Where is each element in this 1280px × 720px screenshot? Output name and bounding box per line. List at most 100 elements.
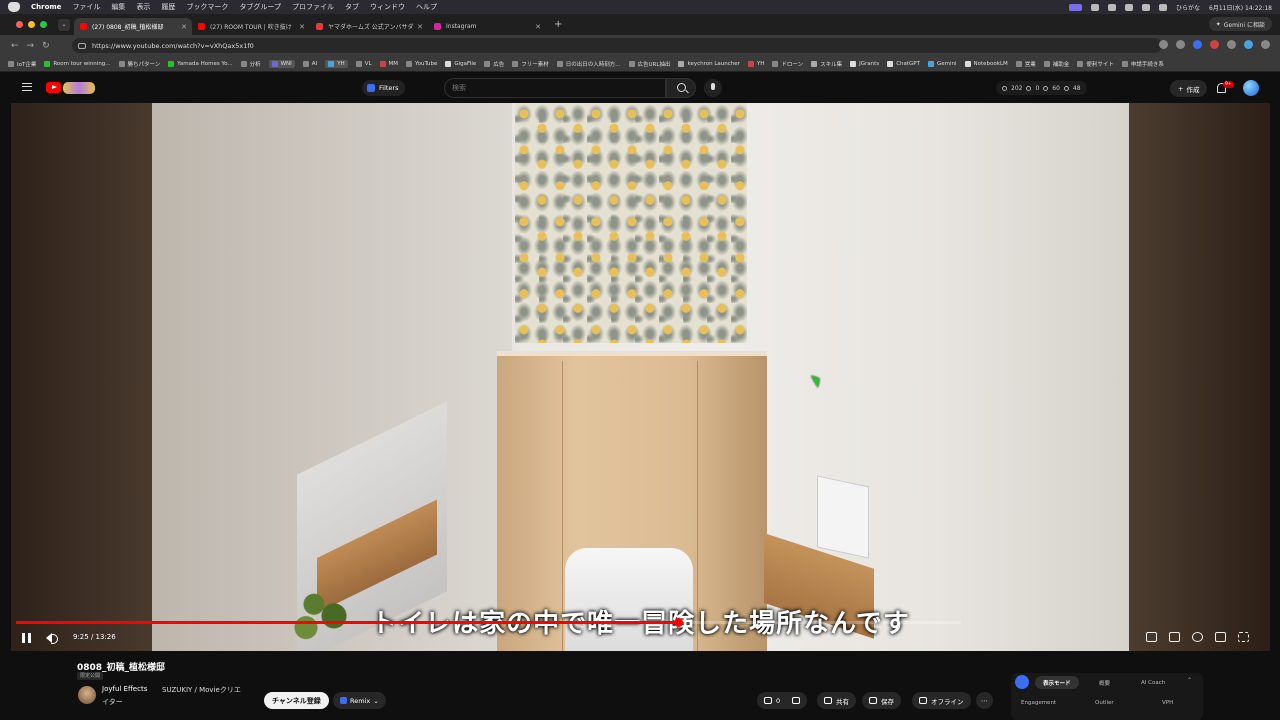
- chevron-up-icon[interactable]: ⌃: [1187, 677, 1192, 684]
- tab-display-mode[interactable]: 表示モード: [1035, 676, 1079, 689]
- search-icon[interactable]: [666, 78, 696, 98]
- menu-edit[interactable]: 編集: [111, 2, 125, 12]
- stats-widget[interactable]: 202 0 60 48: [996, 81, 1087, 95]
- bookmark-item[interactable]: 広告: [484, 60, 504, 68]
- site-info-icon[interactable]: [78, 42, 86, 49]
- browser-tab[interactable]: (27) ROOM TOUR | 吹き抜け ✕: [192, 18, 310, 35]
- bookmark-item[interactable]: Room tour winning...: [44, 60, 111, 67]
- video-frame[interactable]: [152, 103, 1129, 651]
- search-input[interactable]: 検索: [444, 78, 666, 98]
- bookmark-item[interactable]: Yamada Homes Yo...: [168, 60, 233, 67]
- save-button[interactable]: 保存: [862, 692, 901, 709]
- more-actions-button[interactable]: ⋯: [976, 692, 993, 709]
- bookmark-item[interactable]: ドローン: [772, 60, 803, 68]
- menubar-clock[interactable]: 6月11日(水) 14:22:18: [1209, 3, 1272, 12]
- forward-icon[interactable]: →: [27, 41, 35, 51]
- menu-tab[interactable]: タブ: [345, 2, 359, 12]
- menu-file[interactable]: ファイル: [72, 2, 100, 12]
- more-menu-icon[interactable]: [1261, 40, 1270, 49]
- bookmark-item[interactable]: AI: [302, 60, 317, 67]
- bookmark-item[interactable]: keychron Launcher: [678, 60, 740, 67]
- video-player[interactable]: トイレは家の中で唯一冒険した場所なんです 9:25 / 13:26: [11, 103, 1270, 651]
- bookmark-item[interactable]: 広告URL抽出: [628, 60, 670, 68]
- menu-window[interactable]: ウィンドウ: [370, 2, 405, 12]
- bookmark-item[interactable]: スキル集: [811, 60, 842, 68]
- pause-icon[interactable]: [22, 633, 31, 643]
- extension-icon[interactable]: [1210, 40, 1219, 49]
- bookmark-item[interactable]: 営業: [1015, 60, 1036, 68]
- extension-logo-icon[interactable]: [1015, 675, 1029, 689]
- status-icon[interactable]: [1124, 3, 1133, 11]
- subtitles-icon[interactable]: [1169, 632, 1180, 642]
- bookmark-item[interactable]: フリー素材: [512, 60, 549, 68]
- bookmark-item[interactable]: 日の出日の入時刻方...: [556, 60, 621, 68]
- settings-gear-icon[interactable]: [1192, 632, 1203, 642]
- progress-bar[interactable]: [16, 618, 961, 627]
- back-icon[interactable]: ←: [11, 41, 19, 51]
- bookmark-item[interactable]: VL: [355, 60, 372, 67]
- menu-help[interactable]: ヘルプ: [416, 2, 437, 12]
- menu-profiles[interactable]: プロファイル: [292, 2, 334, 12]
- tab-close-icon[interactable]: ✕: [181, 23, 187, 31]
- bookmark-item[interactable]: 分析: [240, 60, 261, 68]
- share-button[interactable]: 共有: [817, 692, 856, 709]
- status-icon[interactable]: [1107, 3, 1116, 11]
- bookmark-item[interactable]: YH: [325, 59, 348, 68]
- channel-name[interactable]: Joyful Effects: [102, 685, 147, 693]
- youtube-logo-icon[interactable]: [46, 82, 61, 93]
- address-bar[interactable]: https://www.youtube.com/watch?v=vXhQax5x…: [72, 38, 1162, 53]
- extensions-puzzle-icon[interactable]: [1227, 40, 1236, 49]
- tab-close-icon[interactable]: ✕: [535, 23, 541, 31]
- status-app-icon[interactable]: [1068, 3, 1082, 11]
- menu-view[interactable]: 表示: [136, 2, 150, 12]
- tab-overview[interactable]: 概要: [1091, 676, 1118, 689]
- bookmark-item[interactable]: YouTube: [406, 60, 437, 67]
- battery-icon[interactable]: [1158, 3, 1167, 11]
- browser-tab[interactable]: ヤマダホームズ 公式アンバサダ ✕: [310, 18, 428, 35]
- extension-player-icon[interactable]: [1146, 632, 1157, 642]
- progress-scrubber[interactable]: [673, 618, 683, 627]
- fullscreen-icon[interactable]: [1238, 632, 1249, 642]
- voice-search-icon[interactable]: [704, 79, 722, 97]
- account-avatar[interactable]: [1243, 80, 1259, 96]
- channel-avatar[interactable]: [78, 686, 96, 704]
- bookmark-item[interactable]: 勝ちパターン: [118, 60, 160, 68]
- bookmark-item[interactable]: 申請手続き系: [1121, 60, 1164, 68]
- subscribe-button[interactable]: チャンネル登録: [264, 692, 329, 709]
- dislike-icon[interactable]: [792, 697, 801, 704]
- minimize-window-button[interactable]: [28, 21, 35, 28]
- bookmark-item[interactable]: GigaFile: [445, 60, 476, 67]
- bookmark-item[interactable]: 便利サイト: [1077, 60, 1114, 68]
- new-tab-icon[interactable]: +: [554, 19, 562, 30]
- tab-search-button[interactable]: ⌄: [58, 18, 70, 31]
- remix-button[interactable]: Remix ⌄: [333, 692, 386, 709]
- bookmark-item[interactable]: 補助金: [1043, 60, 1069, 68]
- zoom-window-button[interactable]: [40, 21, 47, 28]
- apple-icon[interactable]: [8, 2, 20, 12]
- browser-tab[interactable]: Instagram ✕: [428, 18, 546, 35]
- reload-icon[interactable]: ↻: [42, 41, 50, 51]
- menu-app-name[interactable]: Chrome: [31, 3, 61, 11]
- install-icon[interactable]: [1159, 40, 1168, 49]
- status-icon[interactable]: [1090, 3, 1099, 11]
- filters-button[interactable]: Filters: [362, 80, 406, 96]
- menu-tabgroups[interactable]: タブグループ: [239, 2, 281, 12]
- create-button[interactable]: + 作成: [1170, 80, 1208, 97]
- bookmark-item[interactable]: Gemini: [927, 60, 957, 67]
- bookmark-item[interactable]: YH: [747, 60, 764, 67]
- ime-indicator[interactable]: ひらがな: [1176, 3, 1200, 12]
- like-dislike-button[interactable]: 0: [757, 692, 808, 709]
- volume-icon[interactable]: [46, 633, 58, 644]
- offline-button[interactable]: オフライン: [912, 692, 971, 709]
- bookmark-item[interactable]: JGrants: [850, 60, 879, 67]
- menu-history[interactable]: 履歴: [161, 2, 175, 12]
- menu-bookmarks[interactable]: ブックマーク: [186, 2, 228, 12]
- close-window-button[interactable]: [16, 21, 23, 28]
- browser-tab[interactable]: (27) 0808_初稿_植松様邸 ✕: [74, 18, 192, 35]
- youtube-doodle[interactable]: [63, 82, 95, 94]
- miniplayer-icon[interactable]: [1215, 632, 1226, 642]
- bookmark-star-icon[interactable]: [1176, 40, 1185, 49]
- guide-menu-icon[interactable]: [22, 83, 32, 91]
- gemini-button[interactable]: ✦ Gemini に相談: [1208, 17, 1272, 31]
- tab-ai-coach[interactable]: AI Coach: [1133, 676, 1173, 689]
